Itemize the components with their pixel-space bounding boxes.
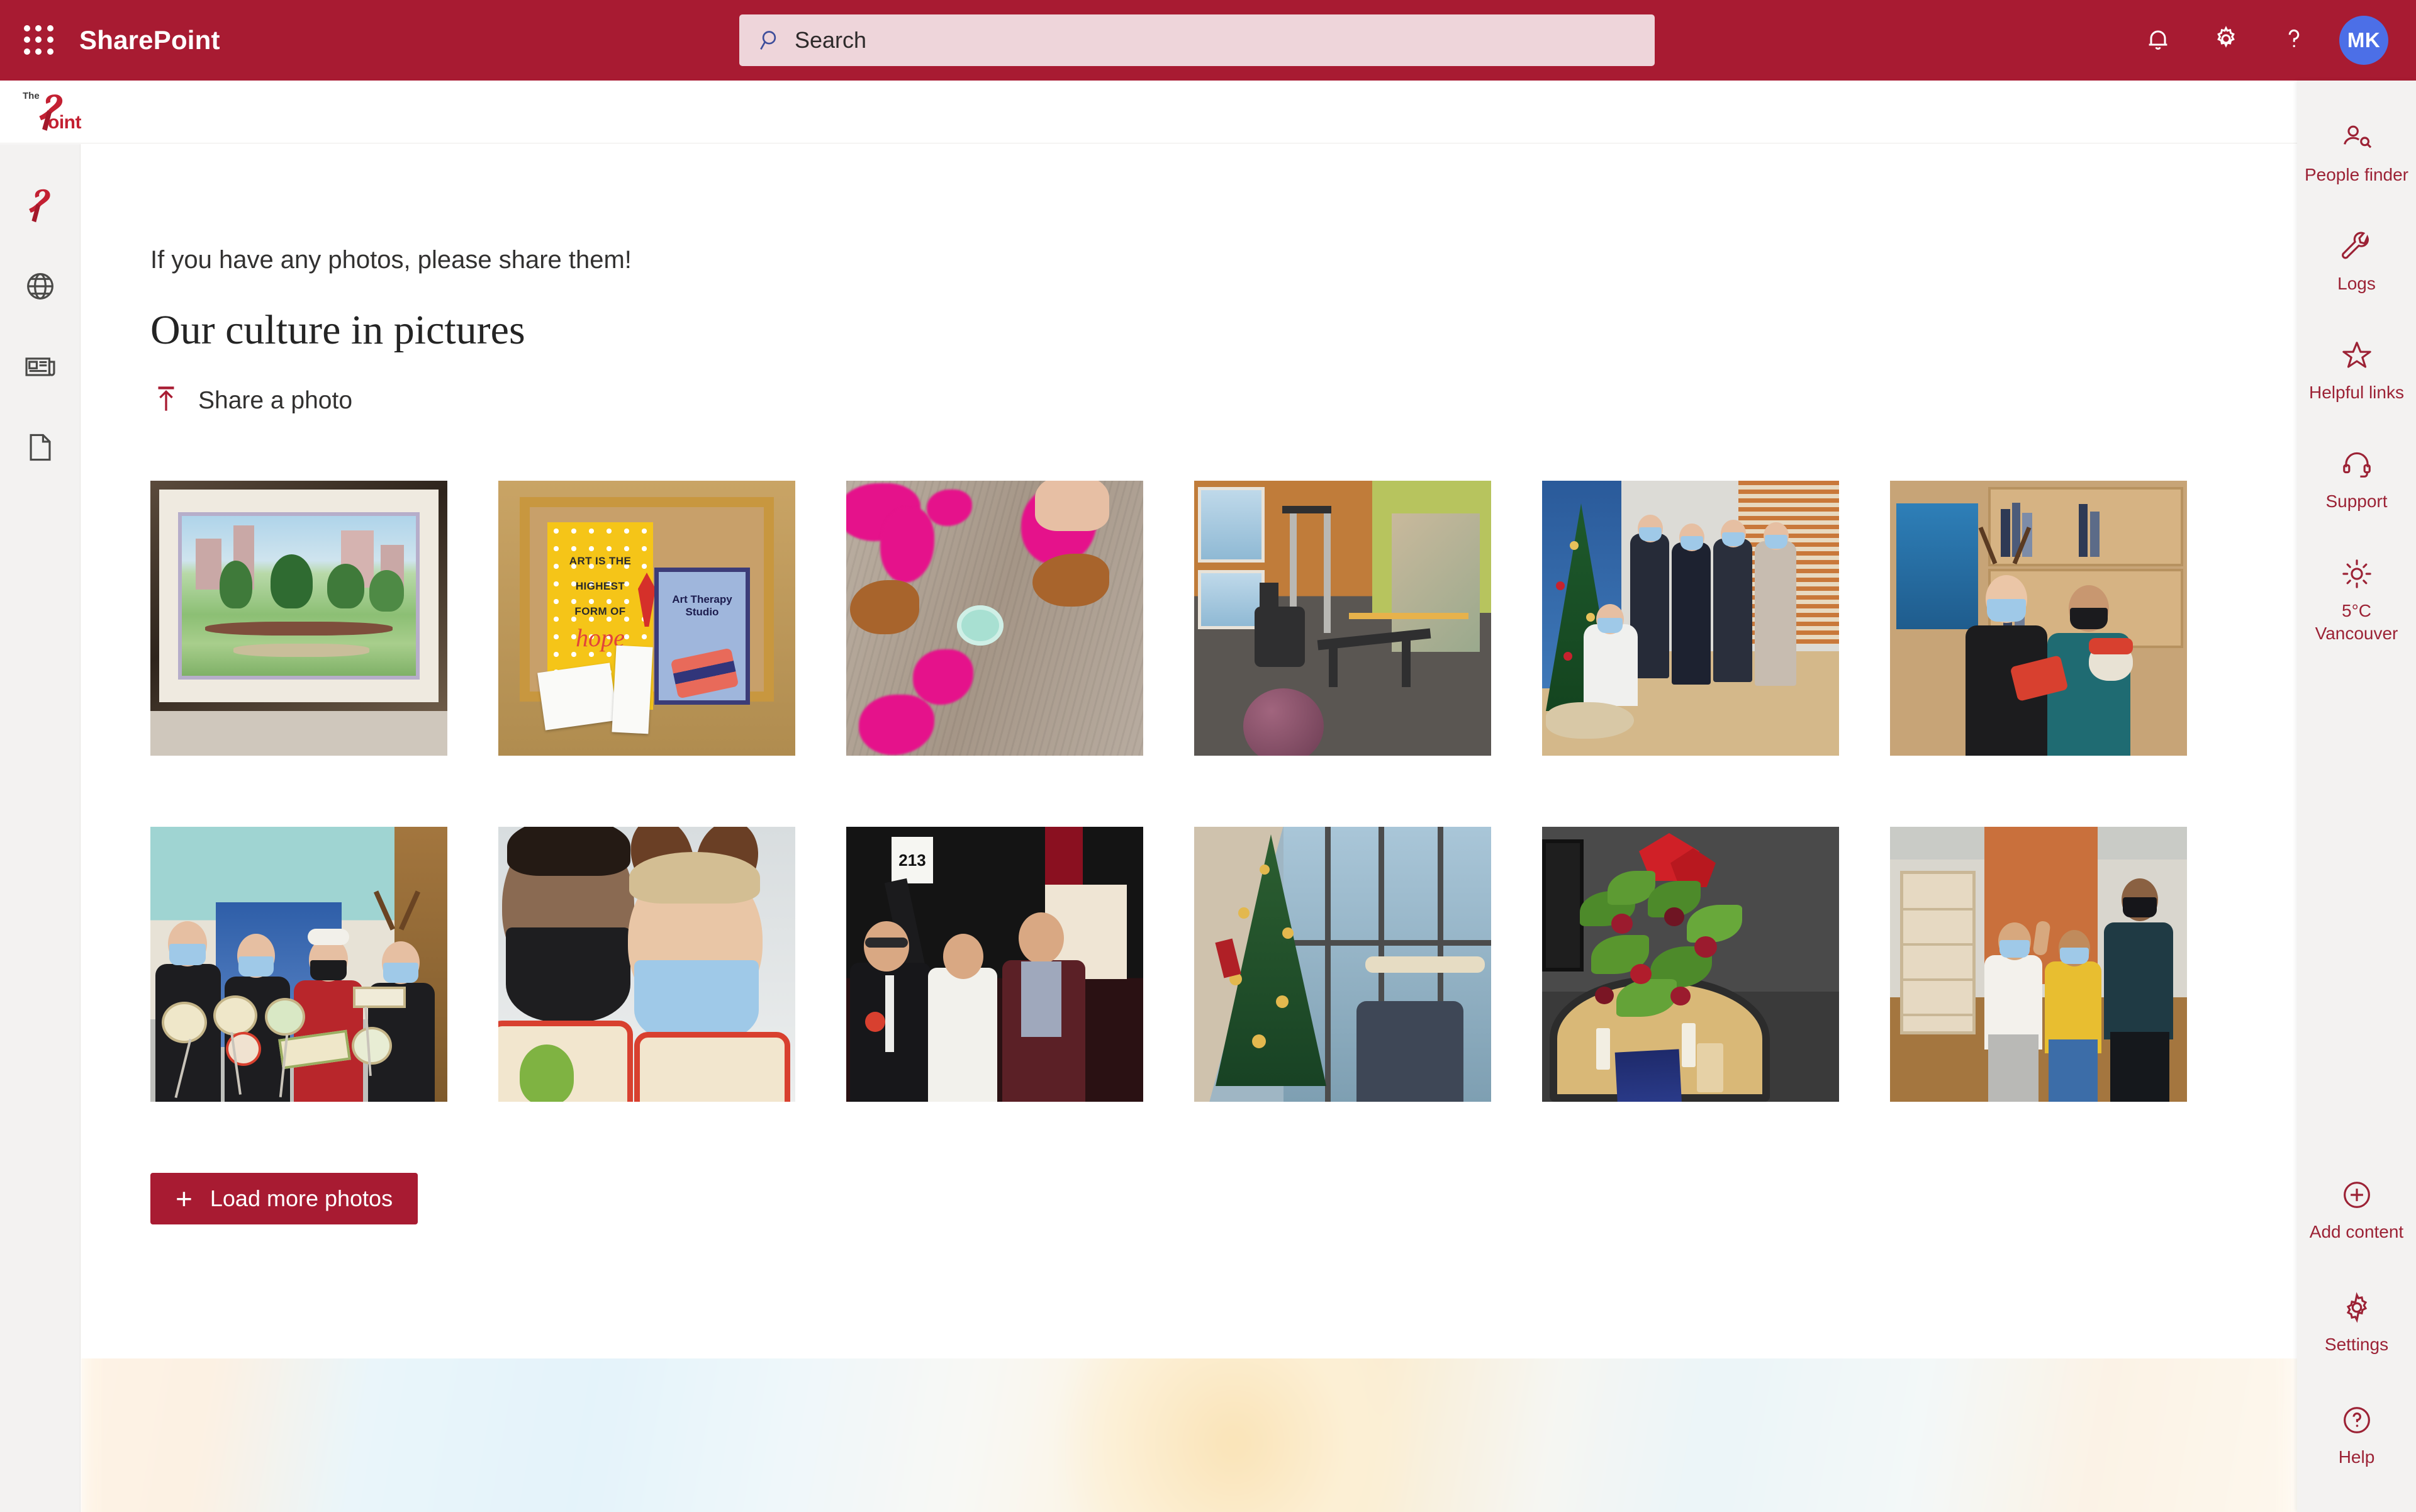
- logo-oint-text: oint: [48, 111, 81, 133]
- plus-icon: +: [176, 1182, 193, 1215]
- photo-framed-painting: [150, 481, 447, 756]
- plus-circle-icon: [2340, 1178, 2374, 1215]
- sidebar-item-files[interactable]: [0, 408, 81, 489]
- right-action-rail: People finder Logs Helpful links Support…: [2297, 81, 2416, 1512]
- photo-thumbnail[interactable]: [1194, 827, 1491, 1102]
- share-a-photo-label: Share a photo: [198, 386, 353, 414]
- star-icon: [2340, 339, 2374, 376]
- photo-grinchmas-props: [1890, 481, 2187, 756]
- rail-item-logs[interactable]: Logs: [2297, 220, 2416, 305]
- photo-wool-craft: [846, 481, 1143, 756]
- rail-item-add-content[interactable]: Add content: [2297, 1168, 2416, 1253]
- photo-christmas-tree-window: [1194, 827, 1491, 1102]
- weather-temperature: 5°C: [2342, 600, 2371, 620]
- ribbon-icon: [23, 188, 58, 227]
- gear-icon: [2340, 1291, 2374, 1328]
- globe-icon: [23, 269, 58, 307]
- rail-item-people-finder[interactable]: People finder: [2297, 111, 2416, 196]
- share-a-photo-link[interactable]: Share a photo: [150, 383, 352, 418]
- news-icon: [23, 349, 58, 388]
- rail-item-settings[interactable]: Settings: [2297, 1280, 2416, 1365]
- page-title: Our culture in pictures: [150, 307, 525, 353]
- weather-city: Vancouver: [2315, 623, 2398, 643]
- rail-label: Settings: [2324, 1334, 2389, 1354]
- document-icon: [23, 430, 58, 468]
- suite-actions: MK: [2124, 0, 2416, 81]
- sidebar-item-news[interactable]: [0, 328, 81, 408]
- page-content: If you have any photos, please share the…: [81, 144, 2297, 1512]
- photo-thumbnail[interactable]: [1194, 481, 1491, 756]
- sun-icon: [2340, 557, 2374, 594]
- rail-item-helpful-links[interactable]: Helpful links: [2297, 328, 2416, 413]
- question-mark-icon: [2279, 24, 2309, 57]
- photo-thumbnail[interactable]: [1542, 827, 1839, 1102]
- photo-thumbnail[interactable]: [150, 827, 447, 1102]
- photo-thumbnail[interactable]: [498, 827, 795, 1102]
- photo-art-therapy-board: ART IS THE HIGHEST FORM OF hope Art Ther…: [498, 481, 795, 756]
- gear-icon: [2211, 24, 2241, 57]
- site-header: The oint: [0, 81, 2297, 143]
- hero-banner-image: [81, 1358, 2297, 1512]
- avatar[interactable]: MK: [2339, 16, 2388, 65]
- rail-label: Helpful links: [2309, 383, 2404, 403]
- rail-label: Add content: [2309, 1221, 2404, 1241]
- photo-thumbnail[interactable]: 213: [846, 827, 1143, 1102]
- photo-gala-bid-paddle: 213: [846, 827, 1143, 1102]
- photo-grinch-selfie: [498, 827, 795, 1102]
- photo-thumbnail[interactable]: [150, 481, 447, 756]
- photo-thumbnail[interactable]: [1890, 827, 2187, 1102]
- headset-icon: [2340, 447, 2374, 484]
- photo-thumbnail[interactable]: [846, 481, 1143, 756]
- search-icon: [758, 28, 783, 53]
- notifications-button[interactable]: [2124, 0, 2192, 81]
- help-button[interactable]: [2260, 0, 2328, 81]
- sidebar-item-sites[interactable]: [0, 247, 81, 328]
- search-input[interactable]: [795, 21, 1600, 59]
- app-name[interactable]: SharePoint: [79, 25, 220, 55]
- sidebar-item-home[interactable]: [0, 167, 81, 247]
- settings-button[interactable]: [2192, 0, 2260, 81]
- left-navigation-rail: [0, 144, 81, 1512]
- photo-staff-christmas-group: [1542, 481, 1839, 756]
- app-launcher-waffle-icon[interactable]: [21, 23, 57, 58]
- photo-thumbnail[interactable]: ART IS THE HIGHEST FORM OF hope Art Ther…: [498, 481, 795, 756]
- load-more-photos-label: Load more photos: [210, 1185, 393, 1211]
- wrench-icon: [2340, 230, 2374, 267]
- photo-three-staff: [1890, 827, 2187, 1102]
- bell-icon: [2143, 24, 2173, 57]
- intro-text: If you have any photos, please share the…: [150, 246, 632, 274]
- photo-gym: [1194, 481, 1491, 756]
- suite-bar: SharePoint Search MK: [0, 0, 2416, 81]
- photo-grid: ART IS THE HIGHEST FORM OF hope Art Ther…: [150, 481, 2187, 1102]
- rail-label: People finder: [2304, 165, 2408, 184]
- rail-label: Logs: [2337, 274, 2376, 294]
- photo-thumbnail[interactable]: [1542, 481, 1839, 756]
- photo-holiday-props-hallway: [150, 827, 447, 1102]
- rail-label: Support: [2325, 491, 2388, 512]
- search-box[interactable]: [739, 14, 1655, 66]
- rail-label: Help: [2338, 1447, 2375, 1467]
- upload-icon: [150, 383, 182, 418]
- rail-item-help[interactable]: Help: [2297, 1393, 2416, 1478]
- photo-thumbnail[interactable]: [1890, 481, 2187, 756]
- people-search-icon: [2340, 121, 2374, 158]
- site-logo[interactable]: The oint: [19, 89, 88, 135]
- rail-item-support[interactable]: Support: [2297, 437, 2416, 522]
- photo-floral-centrepiece: [1542, 827, 1839, 1102]
- question-circle-icon: [2340, 1403, 2374, 1440]
- load-more-photos-button[interactable]: + Load more photos: [150, 1173, 418, 1224]
- rail-item-weather[interactable]: 5°C Vancouver: [2297, 547, 2416, 654]
